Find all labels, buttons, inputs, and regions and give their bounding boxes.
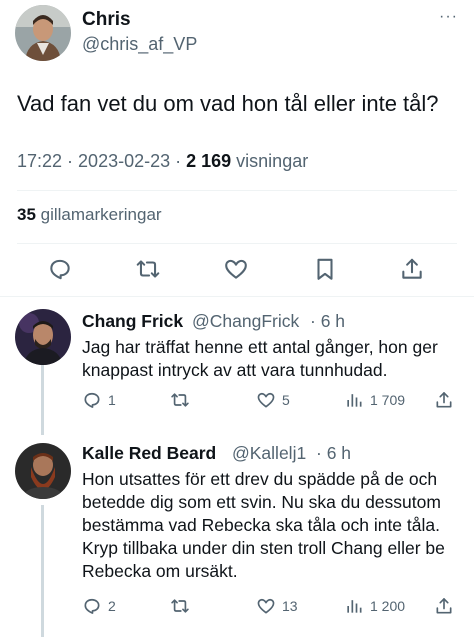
meta-separator: · <box>62 151 79 171</box>
reply-tweet[interactable]: Kalle Red Beard @Kallelj1 · 6 h Hon utsa… <box>0 427 474 637</box>
reply-icon <box>84 392 100 408</box>
views-button[interactable]: 1 200 <box>344 596 405 616</box>
views-label: visningar <box>231 151 309 171</box>
avatar[interactable] <box>15 309 71 365</box>
user-handle[interactable]: @Kallelj1 <box>232 443 306 464</box>
bookmark-icon[interactable] <box>312 256 338 282</box>
display-name[interactable]: Kalle Red Beard <box>82 443 216 464</box>
display-name[interactable]: Chris <box>82 9 131 31</box>
reply-action-bar: 1 5 1 709 <box>82 390 462 414</box>
reply-button[interactable]: 2 <box>82 596 116 616</box>
like-count: 5 <box>282 392 290 408</box>
views-icon <box>347 600 362 613</box>
divider <box>17 243 457 244</box>
reply-time[interactable]: · 6 h <box>316 443 351 464</box>
reply-count: 1 <box>108 392 116 408</box>
view-count: 1 200 <box>370 598 406 614</box>
display-name[interactable]: Chang Frick <box>82 311 183 332</box>
avatar-image <box>15 5 71 61</box>
reply-icon <box>84 598 100 614</box>
likes-count: 35 <box>17 205 36 224</box>
tweet-time[interactable]: 17:22 <box>17 151 62 171</box>
views-button[interactable]: 1 709 <box>344 390 405 410</box>
reply-count: 2 <box>108 598 116 614</box>
retweet-button[interactable] <box>170 390 196 410</box>
likes-summary[interactable]: 35 gillamarkeringar <box>17 205 162 225</box>
share-button[interactable] <box>434 390 454 410</box>
more-options-icon[interactable]: ··· <box>439 8 458 26</box>
like-count: 13 <box>282 598 298 614</box>
reply-action-bar: 2 13 1 200 <box>82 596 462 620</box>
like-icon <box>257 598 275 614</box>
reply-time[interactable]: · 6 h <box>310 311 345 332</box>
reply-icon[interactable] <box>47 256 73 282</box>
view-count: 1 709 <box>370 392 406 408</box>
thread-line <box>41 427 44 435</box>
user-handle[interactable]: @ChangFrick <box>192 311 299 332</box>
retweet-icon[interactable] <box>135 256 161 282</box>
meta-separator: · <box>170 151 187 171</box>
retweet-icon <box>171 393 189 407</box>
divider <box>17 190 457 191</box>
views-icon <box>347 394 362 407</box>
views-count: 2 169 <box>186 151 232 171</box>
tweet-meta: 17:22 · 2023-02-23 · 2 169 visningar <box>17 151 308 172</box>
retweet-button[interactable] <box>170 596 196 616</box>
like-icon <box>257 392 275 408</box>
user-handle[interactable]: @chris_af_VP <box>82 34 197 55</box>
tweet-text: Vad fan vet du om vad hon tål eller inte… <box>17 91 439 116</box>
like-icon[interactable] <box>223 256 249 282</box>
action-bar <box>0 248 474 290</box>
likes-label: gillamarkeringar <box>35 205 162 224</box>
reply-text: Jag har träffat henne ett antal gånger, … <box>82 337 438 380</box>
share-button[interactable] <box>434 596 454 616</box>
thread-line <box>41 505 44 637</box>
share-icon[interactable] <box>399 256 425 282</box>
reply-text: Hon utsattes för ett drev du spädde på d… <box>82 469 445 581</box>
like-button[interactable]: 5 <box>256 390 290 410</box>
share-icon <box>436 392 452 408</box>
share-icon <box>436 598 452 614</box>
tweet-date[interactable]: 2023-02-23 <box>78 151 170 171</box>
avatar[interactable] <box>15 5 71 61</box>
retweet-icon <box>171 599 189 613</box>
reply-tweet[interactable]: Chang Frick @ChangFrick · 6 h Jag har tr… <box>0 297 474 427</box>
like-button[interactable]: 13 <box>256 596 298 616</box>
avatar[interactable] <box>15 443 71 499</box>
thread-line <box>41 364 44 427</box>
reply-button[interactable]: 1 <box>82 390 116 410</box>
main-tweet: Chris @chris_af_VP ··· Vad fan vet du om… <box>0 0 474 297</box>
